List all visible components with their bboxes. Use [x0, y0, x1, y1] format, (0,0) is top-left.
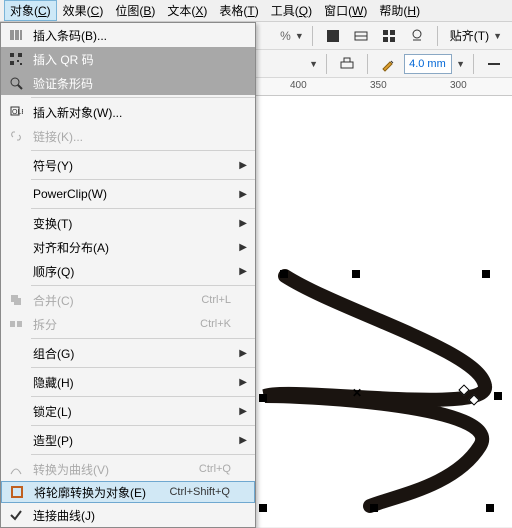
menu-item-label: PowerClip(W) — [31, 187, 255, 201]
curve-icon — [1, 462, 31, 476]
snap-button[interactable]: 贴齐(T) ▼ — [446, 24, 506, 48]
menu-item[interactable]: 符号(Y)▶ — [1, 153, 255, 177]
menu-item-label: 链接(K)... — [31, 128, 255, 145]
menu-item-label: 变换(T) — [31, 215, 255, 232]
tool2-btn-1[interactable] — [335, 52, 359, 76]
menu-item[interactable]: 将轮廓转换为对象(E)Ctrl+Shift+Q — [1, 481, 255, 503]
menubar-item[interactable]: 文本(X) — [161, 0, 213, 21]
menu-item[interactable]: 变换(T)▶ — [1, 211, 255, 235]
menu-item-label: 连接曲线(J) — [31, 507, 255, 524]
check-icon — [1, 508, 31, 522]
menu-item[interactable]: 造型(P)▶ — [1, 428, 255, 452]
menu-item-label: 合并(C) — [31, 292, 201, 309]
ruler-tick: 400 — [290, 80, 307, 91]
menubar-item[interactable]: 位图(B) — [109, 0, 161, 21]
menu-item: 转换为曲线(V)Ctrl+Q — [1, 457, 255, 481]
submenu-arrow-icon: ▶ — [239, 348, 247, 359]
menu-item[interactable]: 组合(G)▶ — [1, 341, 255, 365]
menubar: 对象(C)效果(C)位图(B)文本(X)表格(T)工具(Q)窗口(W)帮助(H) — [0, 0, 512, 22]
menubar-item[interactable]: 窗口(W) — [318, 0, 373, 21]
menu-item[interactable]: PowerClip(W)▶ — [1, 182, 255, 206]
menu-item-label: 将轮廓转换为对象(E) — [32, 484, 169, 501]
selection-handle[interactable] — [280, 270, 288, 278]
menu-item-label: 隐藏(H) — [31, 374, 255, 391]
selection-handle[interactable] — [494, 392, 502, 400]
submenu-arrow-icon: ▶ — [239, 160, 247, 171]
menu-item[interactable]: 插入条码(B)... — [1, 23, 255, 47]
submenu-arrow-icon: ▶ — [239, 435, 247, 446]
menu-item-shortcut: Ctrl+K — [200, 318, 255, 330]
menu-item-label: 拆分 — [31, 316, 200, 333]
menu-item-label: 造型(P) — [31, 432, 255, 449]
snap-label: 贴齐(T) — [450, 27, 489, 44]
menu-item-label: 对齐和分布(A) — [31, 239, 255, 256]
ole-icon: OLE — [1, 105, 31, 119]
menu-item-label: 转换为曲线(V) — [31, 461, 199, 478]
submenu-arrow-icon: ▶ — [239, 242, 247, 253]
menu-item-label: 验证条形码 — [31, 75, 255, 92]
pen-tool-icon[interactable] — [376, 52, 400, 76]
submenu-arrow-icon: ▶ — [239, 377, 247, 388]
menu-item-shortcut: Ctrl+Shift+Q — [169, 486, 254, 498]
validate-icon — [1, 76, 31, 90]
tool2-btn-2[interactable] — [482, 52, 506, 76]
tool-btn-2[interactable] — [349, 24, 373, 48]
menubar-item[interactable]: 效果(C) — [57, 0, 110, 21]
menu-item[interactable]: 验证条形码 — [1, 71, 255, 95]
menubar-item[interactable]: 工具(Q) — [265, 0, 318, 21]
selection-handle[interactable] — [370, 504, 378, 512]
menu-item-label: 插入条码(B)... — [31, 27, 255, 44]
svg-text:OLE: OLE — [12, 109, 23, 116]
menubar-item[interactable]: 对象(C) — [4, 0, 57, 21]
ruler-tick: 300 — [450, 80, 467, 91]
outline-icon — [2, 485, 32, 499]
qr-icon — [1, 52, 31, 66]
menu-item[interactable]: 锁定(L)▶ — [1, 399, 255, 423]
link-icon — [1, 129, 31, 143]
selection-handle[interactable] — [259, 504, 267, 512]
menu-item: 拆分Ctrl+K — [1, 312, 255, 336]
chevron-down-icon[interactable]: ▼ — [295, 31, 304, 41]
tool-btn-3[interactable] — [377, 24, 401, 48]
break-icon — [1, 317, 31, 331]
menu-item: 链接(K)... — [1, 124, 255, 148]
submenu-arrow-icon: ▶ — [239, 218, 247, 229]
object-menu-dropdown: 插入条码(B)... 插入 QR 码验证条形码 OLE 插入新对象(W)... 链接(K… — [0, 22, 256, 528]
outline-width-input[interactable] — [404, 54, 452, 74]
submenu-arrow-icon: ▶ — [239, 266, 247, 277]
menu-item-shortcut: Ctrl+L — [201, 294, 255, 306]
center-marker: ✕ — [352, 386, 362, 400]
menu-item-label: 组合(G) — [31, 345, 255, 362]
combine-icon — [1, 293, 31, 307]
menubar-item[interactable]: 表格(T) — [213, 0, 264, 21]
selection-handle[interactable] — [352, 270, 360, 278]
menu-item-label: 符号(Y) — [31, 157, 255, 174]
menu-item: 合并(C)Ctrl+L — [1, 288, 255, 312]
menu-item[interactable]: 顺序(Q)▶ — [1, 259, 255, 283]
selection-handle[interactable] — [482, 270, 490, 278]
ruler-tick: 350 — [370, 80, 387, 91]
menu-item-label: 顺序(Q) — [31, 263, 255, 280]
menu-item-label: 插入新对象(W)... — [31, 104, 255, 121]
barcode-icon — [1, 28, 31, 42]
submenu-arrow-icon: ▶ — [239, 406, 247, 417]
menu-item-label: 插入 QR 码 — [31, 51, 255, 68]
selection-handle[interactable] — [486, 504, 494, 512]
menu-item[interactable]: 连接曲线(J) — [1, 503, 255, 527]
menubar-item[interactable]: 帮助(H) — [373, 0, 426, 21]
menu-item[interactable]: OLE 插入新对象(W)... — [1, 100, 255, 124]
tool-btn-1[interactable] — [321, 24, 345, 48]
selection-handle[interactable] — [259, 394, 267, 402]
menu-item[interactable]: 隐藏(H)▶ — [1, 370, 255, 394]
menu-item-shortcut: Ctrl+Q — [199, 463, 255, 475]
menu-item[interactable]: 对齐和分布(A)▶ — [1, 235, 255, 259]
menu-item[interactable]: 插入 QR 码 — [1, 47, 255, 71]
tool-btn-4[interactable] — [405, 24, 429, 48]
menu-item-label: 锁定(L) — [31, 403, 255, 420]
submenu-arrow-icon: ▶ — [239, 189, 247, 200]
